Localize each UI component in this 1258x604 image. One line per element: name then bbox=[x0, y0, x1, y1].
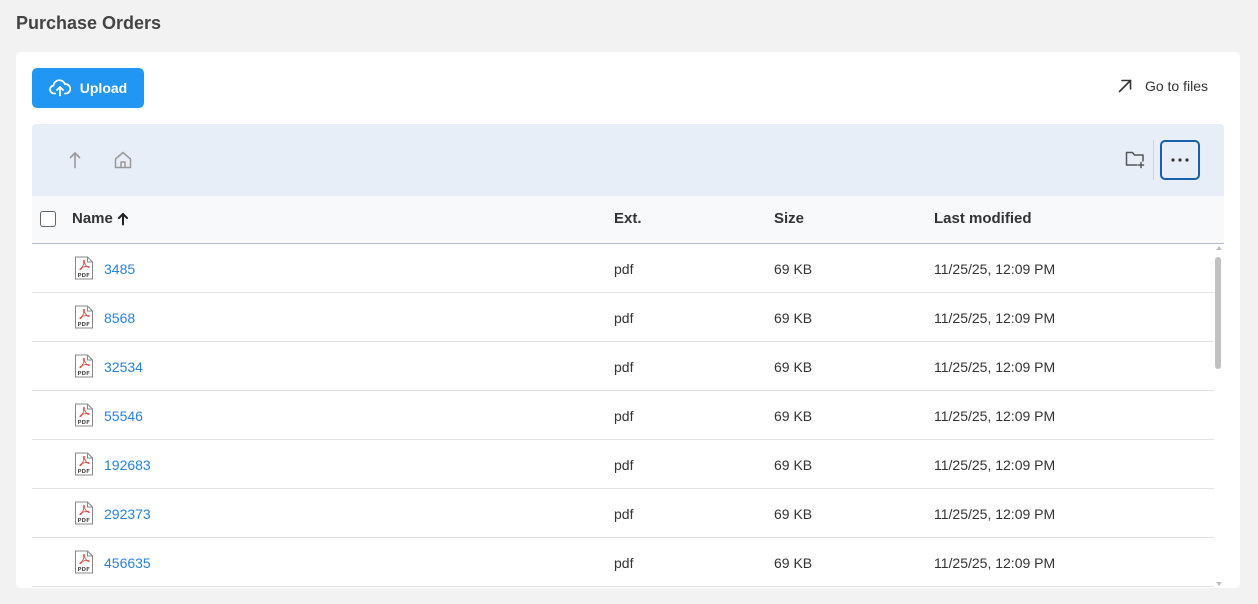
pdf-file-icon: PDF bbox=[75, 550, 93, 574]
file-ext: pdf bbox=[614, 457, 634, 473]
file-name-link[interactable]: 8568 bbox=[104, 310, 135, 326]
file-size: 69 KB bbox=[774, 261, 813, 277]
file-name-link[interactable]: 292373 bbox=[104, 506, 151, 522]
pdf-file-icon: PDF bbox=[75, 256, 93, 280]
pdf-icon: PDF bbox=[74, 256, 94, 280]
file-row[interactable]: PDF 456635 pdf 69 KB 11/25/25, 12:09 PM bbox=[32, 538, 1214, 587]
pdf-file-icon: PDF bbox=[75, 354, 93, 378]
file-ext: pdf bbox=[614, 555, 634, 571]
file-ext: pdf bbox=[614, 310, 634, 326]
file-list: PDF 3485 pdf 69 KB 11/25/25, 12:09 PM PDF 8568… bbox=[32, 244, 1214, 588]
file-name-link[interactable]: 3485 bbox=[104, 261, 135, 277]
file-ext: pdf bbox=[614, 359, 634, 375]
file-row[interactable]: PDF 292373 pdf 69 KB 11/25/25, 12:09 PM bbox=[32, 489, 1214, 538]
file-ext: pdf bbox=[614, 506, 634, 522]
go-to-files-label: Go to files bbox=[1144, 78, 1208, 94]
file-ext: pdf bbox=[614, 408, 634, 424]
more-horizontal-icon bbox=[1171, 158, 1189, 162]
file-size: 69 KB bbox=[774, 457, 813, 473]
file-size: 69 KB bbox=[774, 408, 813, 424]
scroll-down-arrow[interactable] bbox=[1216, 582, 1222, 586]
file-row[interactable]: PDF 3485 pdf 69 KB 11/25/25, 12:09 PM bbox=[32, 244, 1214, 293]
pdf-icon: PDF bbox=[74, 452, 94, 476]
pdf-icon: PDF bbox=[74, 403, 94, 427]
file-modified: 11/25/25, 12:09 PM bbox=[934, 457, 1056, 473]
arrow-up-right-icon bbox=[1118, 79, 1132, 93]
upload-button-label: Upload bbox=[79, 80, 128, 96]
file-modified: 11/25/25, 12:09 PM bbox=[934, 506, 1056, 522]
pdf-icon: PDF bbox=[74, 501, 94, 525]
file-row[interactable]: PDF 8568 pdf 69 KB 11/25/25, 12:09 PM bbox=[32, 293, 1214, 342]
pdf-icon: PDF bbox=[74, 550, 94, 574]
pdf-icon: PDF bbox=[74, 354, 94, 378]
home-icon bbox=[114, 151, 132, 169]
file-row[interactable]: PDF 32534 pdf 69 KB 11/25/25, 12:09 PM bbox=[32, 342, 1214, 391]
file-size: 69 KB bbox=[774, 359, 813, 375]
column-header-name[interactable]: Name bbox=[72, 210, 130, 227]
pdf-file-icon: PDF bbox=[75, 305, 93, 329]
svg-text:PDF: PDF bbox=[78, 273, 91, 279]
file-row[interactable]: PDF 55546 pdf 69 KB 11/25/25, 12:09 PM bbox=[32, 391, 1214, 440]
file-name-link[interactable]: 456635 bbox=[104, 555, 151, 571]
table-header: Name Ext. Size Last modified bbox=[32, 196, 1224, 244]
new-folder-button[interactable] bbox=[1123, 147, 1147, 171]
toolbar-divider bbox=[1153, 140, 1154, 180]
file-modified: 11/25/25, 12:09 PM bbox=[934, 261, 1056, 277]
scroll-up-arrow[interactable] bbox=[1216, 246, 1222, 250]
folder-plus-icon bbox=[1125, 151, 1145, 169]
column-name-label: Name bbox=[72, 210, 113, 227]
scrollbar-thumb[interactable] bbox=[1215, 257, 1221, 369]
svg-text:PDF: PDF bbox=[78, 420, 91, 426]
svg-text:PDF: PDF bbox=[78, 322, 91, 328]
svg-text:PDF: PDF bbox=[78, 371, 91, 377]
arrow-up-icon bbox=[69, 152, 81, 169]
file-ext: pdf bbox=[614, 261, 634, 277]
svg-text:PDF: PDF bbox=[78, 469, 91, 475]
column-header-size[interactable]: Size bbox=[774, 210, 804, 227]
pdf-file-icon: PDF bbox=[75, 403, 93, 427]
pdf-file-icon: PDF bbox=[75, 501, 93, 525]
svg-text:PDF: PDF bbox=[78, 567, 91, 573]
file-modified: 11/25/25, 12:09 PM bbox=[934, 555, 1056, 571]
file-name-link[interactable]: 192683 bbox=[104, 457, 151, 473]
cloud-upload-icon bbox=[48, 79, 71, 97]
file-size: 69 KB bbox=[774, 555, 813, 571]
file-modified: 11/25/25, 12:09 PM bbox=[934, 359, 1056, 375]
navigate-up-button[interactable] bbox=[65, 149, 85, 171]
upload-button[interactable]: Upload bbox=[32, 68, 144, 108]
file-size: 69 KB bbox=[774, 310, 813, 326]
column-header-last-modified[interactable]: Last modified bbox=[934, 210, 1032, 227]
home-button[interactable] bbox=[112, 148, 134, 172]
file-name-link[interactable]: 32534 bbox=[104, 359, 143, 375]
file-toolbar bbox=[32, 124, 1224, 196]
go-to-files-link[interactable]: Go to files bbox=[1117, 78, 1208, 94]
select-all-checkbox[interactable] bbox=[40, 211, 56, 227]
file-manager-card: Upload Go to files Name Ext. Size Last m… bbox=[16, 52, 1240, 588]
scrollbar[interactable] bbox=[1214, 244, 1224, 588]
svg-text:PDF: PDF bbox=[78, 518, 91, 524]
file-row[interactable]: PDF 192683 pdf 69 KB 11/25/25, 12:09 PM bbox=[32, 440, 1214, 489]
file-name-link[interactable]: 55546 bbox=[104, 408, 143, 424]
column-header-ext[interactable]: Ext. bbox=[614, 210, 642, 227]
page-title: Purchase Orders bbox=[16, 13, 162, 33]
file-modified: 11/25/25, 12:09 PM bbox=[934, 408, 1056, 424]
file-size: 69 KB bbox=[774, 506, 813, 522]
pdf-file-icon: PDF bbox=[75, 452, 93, 476]
file-modified: 11/25/25, 12:09 PM bbox=[934, 310, 1056, 326]
pdf-icon: PDF bbox=[74, 305, 94, 329]
sort-ascending-icon bbox=[117, 212, 128, 225]
more-options-button[interactable] bbox=[1160, 140, 1200, 180]
